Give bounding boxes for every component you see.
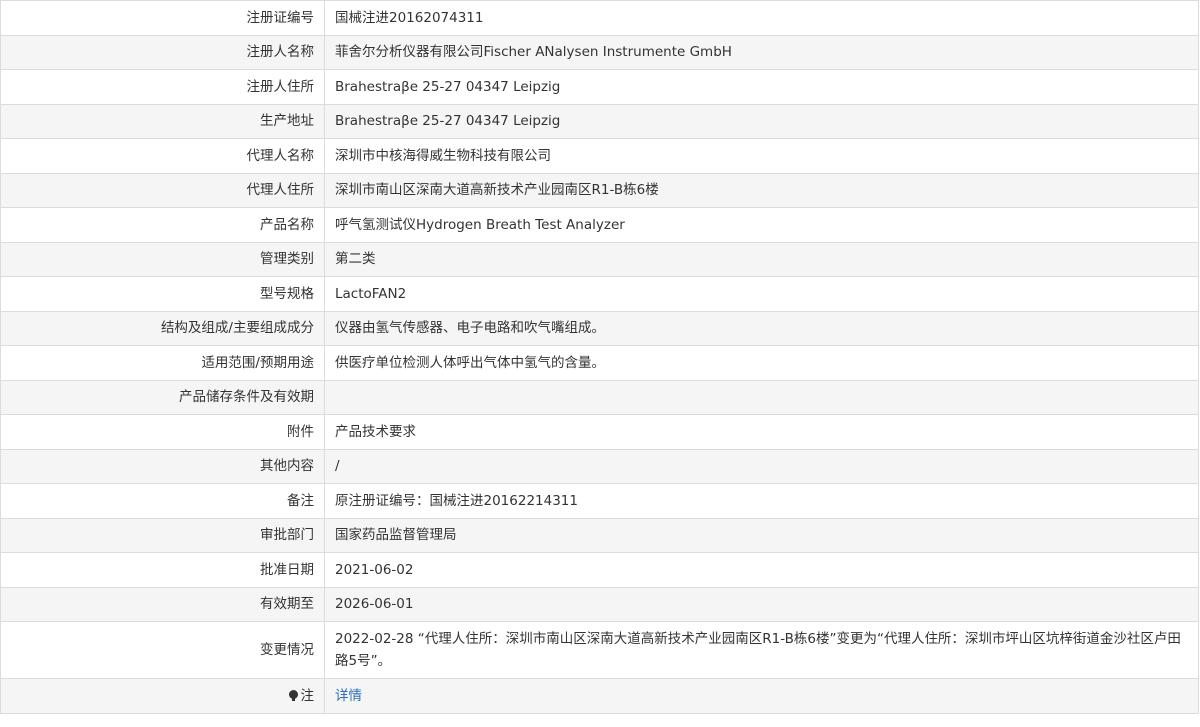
- field-value-storage-validity: [324, 379, 1199, 415]
- field-value-attachment: 产品技术要求: [324, 414, 1199, 450]
- field-value-remarks: 原注册证编号：国械注进20162214311: [324, 483, 1199, 519]
- field-label-note: 注: [0, 678, 325, 714]
- field-value-change-history: 2022-02-28 “代理人住所：深圳市南山区深南大道高新技术产业园南区R1-…: [324, 621, 1199, 679]
- field-value-registrant-address: Brahestraβe 25-27 04347 Leipzig: [324, 69, 1199, 105]
- field-label-structure-composition: 结构及组成/主要组成成分: [0, 310, 325, 346]
- table-row: 批准日期 2021-06-02: [0, 552, 1199, 588]
- table-row: 备注 原注册证编号：国械注进20162214311: [0, 483, 1199, 519]
- field-value-model-spec: LactoFAN2: [324, 276, 1199, 312]
- table-row: 生产地址 Brahestraβe 25-27 04347 Leipzig: [0, 103, 1199, 139]
- table-row: 注 详情: [0, 678, 1199, 714]
- note-label: 注: [300, 687, 315, 704]
- field-value-agent-name: 深圳市中核海得威生物科技有限公司: [324, 138, 1199, 174]
- field-value-product-name: 呼气氢测试仪Hydrogen Breath Test Analyzer: [324, 207, 1199, 243]
- field-value-valid-until: 2026-06-01: [324, 586, 1199, 622]
- field-label-other-content: 其他内容: [0, 448, 325, 484]
- field-value-approval-date: 2021-06-02: [324, 552, 1199, 588]
- field-value-note: 详情: [324, 678, 1199, 714]
- field-value-agent-address: 深圳市南山区深南大道高新技术产业园南区R1-B栋6楼: [324, 172, 1199, 208]
- field-label-change-history: 变更情况: [0, 621, 325, 679]
- field-value-production-address: Brahestraβe 25-27 04347 Leipzig: [324, 103, 1199, 139]
- field-value-structure-composition: 仪器由氢气传感器、电子电路和吹气嘴组成。: [324, 310, 1199, 346]
- field-label-agent-name: 代理人名称: [0, 138, 325, 174]
- field-value-other-content: /: [324, 448, 1199, 484]
- field-label-remarks: 备注: [0, 483, 325, 519]
- table-row: 管理类别 第二类: [0, 241, 1199, 277]
- field-value-registrant-name: 菲舍尔分析仪器有限公司Fischer ANalysen Instrumente …: [324, 34, 1199, 70]
- table-row: 有效期至 2026-06-01: [0, 586, 1199, 622]
- bulb-icon: [288, 689, 298, 701]
- details-link[interactable]: 详情: [335, 688, 362, 704]
- field-label-approval-date: 批准日期: [0, 552, 325, 588]
- registration-record-table: 注册证编号 国械注进20162074311 注册人名称 菲舍尔分析仪器有限公司F…: [0, 0, 1199, 714]
- table-row: 代理人名称 深圳市中核海得威生物科技有限公司: [0, 138, 1199, 174]
- table-row: 代理人住所 深圳市南山区深南大道高新技术产业园南区R1-B栋6楼: [0, 172, 1199, 208]
- table-row: 其他内容 /: [0, 448, 1199, 484]
- field-label-registrant-address: 注册人住所: [0, 69, 325, 105]
- field-value-intended-use: 供医疗单位检测人体呼出气体中氢气的含量。: [324, 345, 1199, 381]
- table-row: 适用范围/预期用途 供医疗单位检测人体呼出气体中氢气的含量。: [0, 345, 1199, 381]
- table-row: 产品名称 呼气氢测试仪Hydrogen Breath Test Analyzer: [0, 207, 1199, 243]
- field-label-storage-validity: 产品储存条件及有效期: [0, 379, 325, 415]
- table-row: 变更情况 2022-02-28 “代理人住所：深圳市南山区深南大道高新技术产业园…: [0, 621, 1199, 679]
- field-label-registrant-name: 注册人名称: [0, 34, 325, 70]
- field-label-approval-department: 审批部门: [0, 517, 325, 553]
- field-value-approval-department: 国家药品监督管理局: [324, 517, 1199, 553]
- field-label-production-address: 生产地址: [0, 103, 325, 139]
- table-row: 结构及组成/主要组成成分 仪器由氢气传感器、电子电路和吹气嘴组成。: [0, 310, 1199, 346]
- field-label-registration-number: 注册证编号: [0, 0, 325, 36]
- field-value-management-class: 第二类: [324, 241, 1199, 277]
- field-label-management-class: 管理类别: [0, 241, 325, 277]
- field-label-valid-until: 有效期至: [0, 586, 325, 622]
- field-label-product-name: 产品名称: [0, 207, 325, 243]
- field-label-agent-address: 代理人住所: [0, 172, 325, 208]
- table-row: 注册人住所 Brahestraβe 25-27 04347 Leipzig: [0, 69, 1199, 105]
- table-row: 附件 产品技术要求: [0, 414, 1199, 450]
- field-label-model-spec: 型号规格: [0, 276, 325, 312]
- table-row: 注册人名称 菲舍尔分析仪器有限公司Fischer ANalysen Instru…: [0, 34, 1199, 70]
- table-row: 型号规格 LactoFAN2: [0, 276, 1199, 312]
- field-value-registration-number: 国械注进20162074311: [324, 0, 1199, 36]
- table-row: 产品储存条件及有效期: [0, 379, 1199, 415]
- field-label-attachment: 附件: [0, 414, 325, 450]
- table-row: 审批部门 国家药品监督管理局: [0, 517, 1199, 553]
- table-row: 注册证编号 国械注进20162074311: [0, 0, 1199, 36]
- field-label-intended-use: 适用范围/预期用途: [0, 345, 325, 381]
